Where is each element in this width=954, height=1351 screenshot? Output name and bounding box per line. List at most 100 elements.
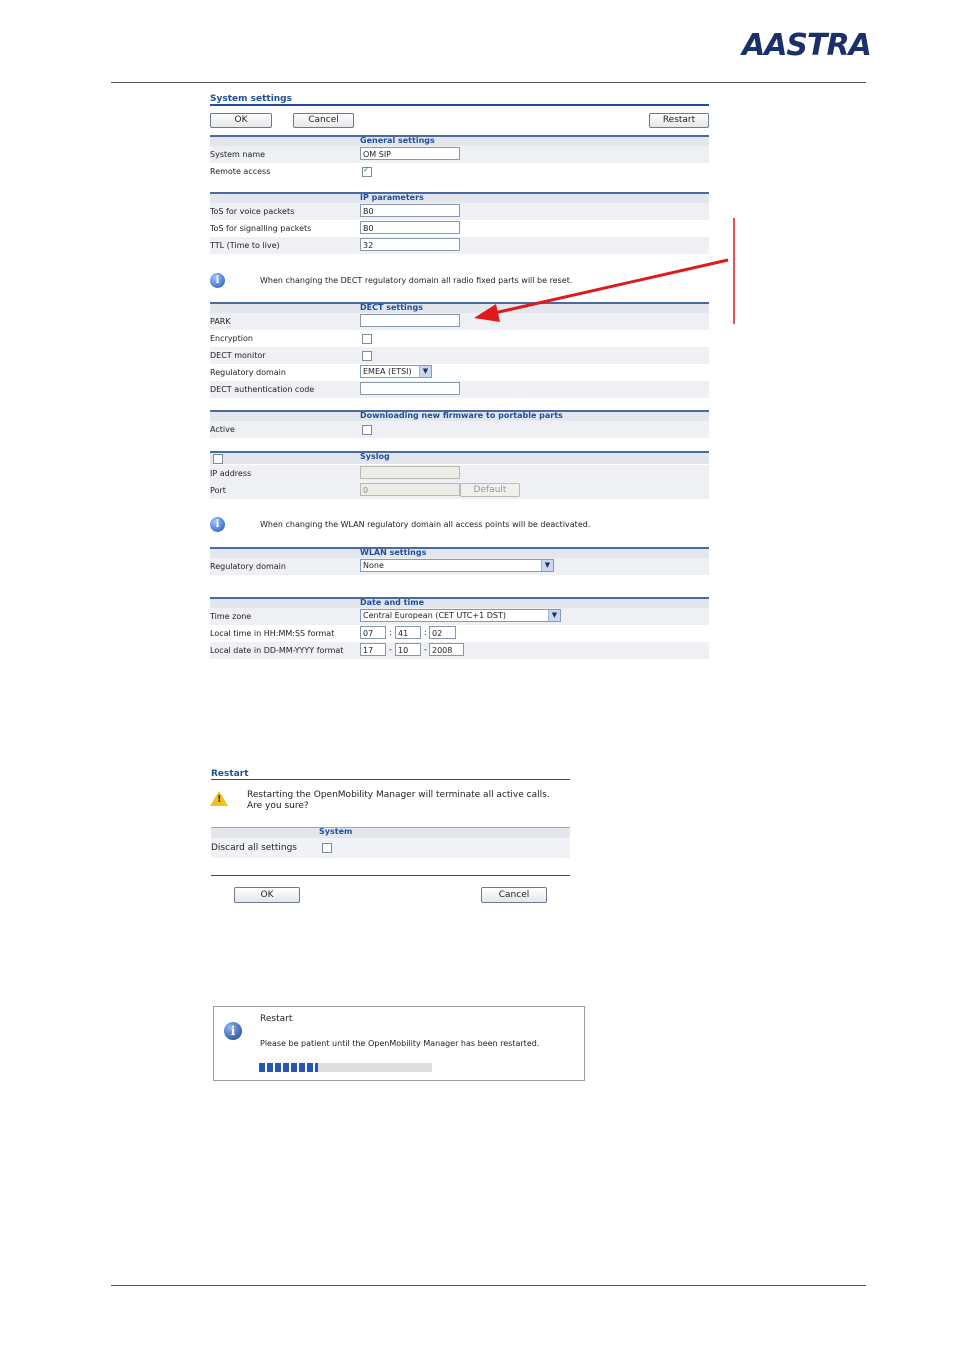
discard-settings-checkbox[interactable] xyxy=(322,843,332,853)
day-input[interactable]: 17 xyxy=(360,643,386,656)
dect-monitor-row: DECT monitor xyxy=(210,347,709,364)
dect-regdomain-row: Regulatory domain EMEA (ETSI) ▼ xyxy=(210,364,709,381)
timezone-select[interactable]: Central European (CET UTC+1 DST) ▼ xyxy=(360,609,561,622)
restart-dialog-divider xyxy=(211,875,570,876)
firmware-header-label: Downloading new firmware to portable par… xyxy=(360,411,563,420)
restart-warning-line2: Are you sure? xyxy=(247,801,309,811)
remote-access-checkbox[interactable] xyxy=(362,165,372,177)
restart-dialog-title-line xyxy=(211,779,570,780)
minute-input[interactable]: 41 xyxy=(395,626,421,639)
syslog-ip-input[interactable] xyxy=(360,466,460,479)
bottom-divider xyxy=(111,1285,866,1286)
local-time-row: Local time in HH:MM:SS format 07 : 41 : … xyxy=(210,625,709,642)
hour-input[interactable]: 07 xyxy=(360,626,386,639)
wlan-regdomain-value: None xyxy=(363,561,384,570)
restart-progress-fill xyxy=(259,1063,318,1072)
ttl-input[interactable]: 32 xyxy=(360,238,460,251)
aastra-logo: AASTRA xyxy=(742,28,872,63)
timezone-row: Time zone Central European (CET UTC+1 DS… xyxy=(210,608,709,625)
info-icon: i xyxy=(210,517,225,532)
restart-warning-line1: Restarting the OpenMobility Manager will… xyxy=(247,790,550,800)
time-separator: : xyxy=(389,628,392,637)
dect-auth-input[interactable] xyxy=(360,382,460,395)
syslog-ip-row: IP address xyxy=(210,465,709,482)
warning-icon xyxy=(210,791,228,806)
encryption-row: Encryption xyxy=(210,330,709,347)
dect-auth-row: DECT authentication code xyxy=(210,381,709,398)
tos-voice-label: ToS for voice packets xyxy=(210,207,295,216)
time-separator: : xyxy=(424,628,427,637)
encryption-checkbox[interactable] xyxy=(362,334,372,344)
syslog-enable-checkbox[interactable] xyxy=(213,454,223,464)
remote-access-row: Remote access xyxy=(210,163,709,180)
dect-regdomain-select[interactable]: EMEA (ETSI) ▼ xyxy=(360,365,432,378)
syslog-port-input[interactable]: 0 xyxy=(360,483,460,496)
local-date-label: Local date in DD-MM-YYYY format xyxy=(210,646,344,655)
timezone-label: Time zone xyxy=(210,612,252,621)
dect-regdomain-label: Regulatory domain xyxy=(210,368,286,377)
syslog-ip-label: IP address xyxy=(210,469,252,478)
firmware-active-row: Active xyxy=(210,421,709,438)
wlan-regdomain-select[interactable]: None ▼ xyxy=(360,559,554,572)
park-label: PARK xyxy=(210,317,231,326)
local-time-label: Local time in HH:MM:SS format xyxy=(210,629,335,638)
syslog-port-row: Port 0 Default xyxy=(210,482,709,499)
syslog-default-button[interactable]: Default xyxy=(460,483,520,497)
year-input[interactable]: 2008 xyxy=(429,643,464,656)
date-separator: - xyxy=(389,645,392,654)
park-input[interactable] xyxy=(360,314,460,327)
ok-button[interactable]: OK xyxy=(210,113,272,128)
syslog-header: Syslog xyxy=(210,451,709,464)
firmware-active-label: Active xyxy=(210,425,235,434)
chevron-down-icon: ▼ xyxy=(419,366,431,377)
tos-voice-input[interactable]: B0 xyxy=(360,204,460,217)
restart-cancel-button[interactable]: Cancel xyxy=(481,887,547,903)
restart-progress-message: Please be patient until the OpenMobility… xyxy=(260,1039,540,1048)
ip-parameters-header-label: IP parameters xyxy=(360,193,424,202)
discard-settings-label: Discard all settings xyxy=(211,843,297,853)
system-header-label: System xyxy=(319,827,353,836)
system-name-row: System name OM SIP xyxy=(210,146,709,163)
wlan-note: When changing the WLAN regulatory domain… xyxy=(260,520,591,529)
restart-button[interactable]: Restart xyxy=(649,113,709,128)
chevron-down-icon: ▼ xyxy=(548,610,560,621)
system-name-label: System name xyxy=(210,150,266,159)
dect-monitor-label: DECT monitor xyxy=(210,351,266,360)
datetime-header-label: Date and time xyxy=(360,598,425,607)
restart-progress-title: Restart xyxy=(260,1014,293,1024)
tos-signal-label: ToS for signalling packets xyxy=(210,224,312,233)
info-icon: i xyxy=(224,1022,242,1040)
annotation-arrow xyxy=(474,218,735,324)
general-settings-header-label: General settings xyxy=(360,136,435,145)
top-divider xyxy=(111,82,866,83)
system-header: System xyxy=(211,827,570,838)
restart-ok-button[interactable]: OK xyxy=(234,887,300,903)
restart-progress-bar xyxy=(259,1063,432,1072)
wlan-regdomain-row: Regulatory domain None ▼ xyxy=(210,558,709,575)
local-date-row: Local date in DD-MM-YYYY format 17 - 10 … xyxy=(210,642,709,659)
system-settings-title-line xyxy=(210,104,709,106)
syslog-port-label: Port xyxy=(210,486,226,495)
info-icon: i xyxy=(210,273,225,288)
tos-signal-input[interactable]: B0 xyxy=(360,221,460,234)
second-input[interactable]: 02 xyxy=(429,626,456,639)
dect-settings-header-label: DECT settings xyxy=(360,303,423,312)
syslog-header-label: Syslog xyxy=(360,452,390,461)
firmware-active-checkbox[interactable] xyxy=(362,425,372,435)
date-separator: - xyxy=(424,645,427,654)
discard-settings-row: Discard all settings xyxy=(211,838,570,858)
month-input[interactable]: 10 xyxy=(395,643,421,656)
chevron-down-icon: ▼ xyxy=(541,560,553,571)
system-name-input[interactable]: OM SIP xyxy=(360,147,460,160)
dect-monitor-checkbox[interactable] xyxy=(362,351,372,361)
wlan-regdomain-label: Regulatory domain xyxy=(210,562,286,571)
ttl-label: TTL (Time to live) xyxy=(210,241,280,250)
remote-access-label: Remote access xyxy=(210,167,271,176)
dect-auth-label: DECT authentication code xyxy=(210,385,315,394)
timezone-value: Central European (CET UTC+1 DST) xyxy=(363,611,506,620)
cancel-button[interactable]: Cancel xyxy=(293,113,354,128)
restart-dialog-title: Restart xyxy=(211,769,249,779)
wlan-settings-header-label: WLAN settings xyxy=(360,548,427,557)
encryption-label: Encryption xyxy=(210,334,253,343)
dect-regdomain-value: EMEA (ETSI) xyxy=(363,367,412,376)
